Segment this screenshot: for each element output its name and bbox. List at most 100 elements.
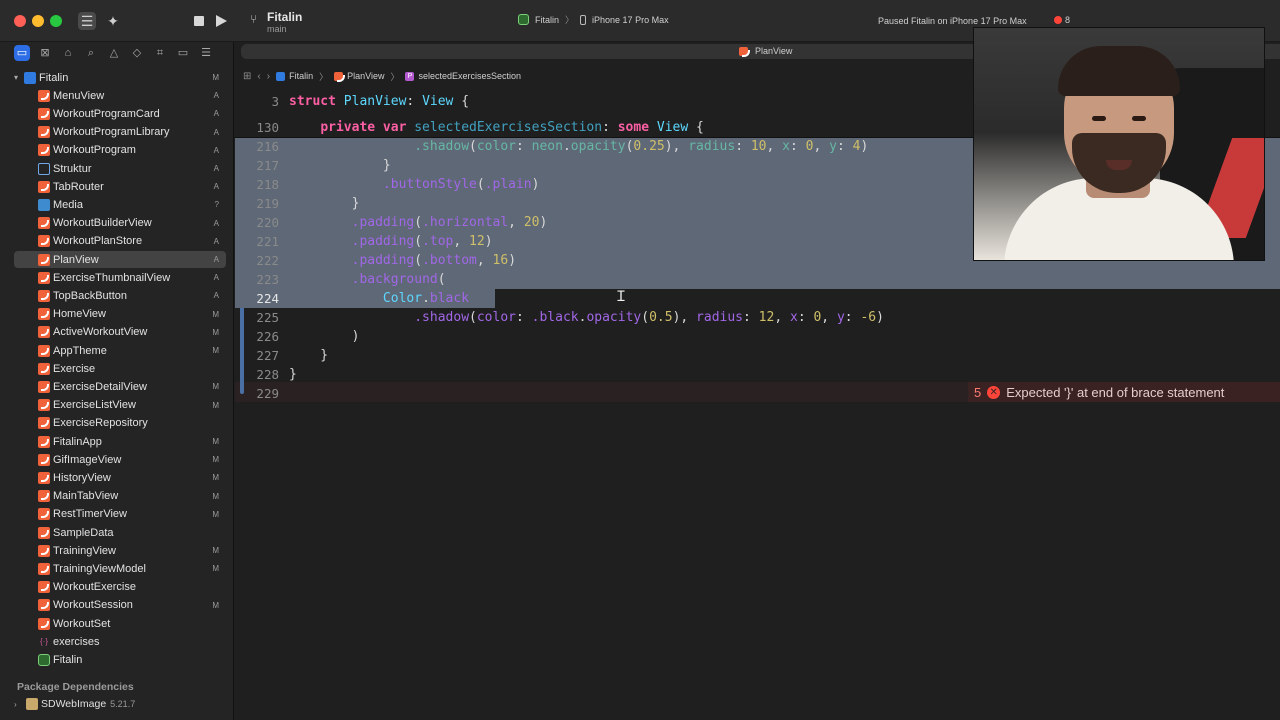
- code-token: .plain: [484, 177, 532, 192]
- nav-item-apptheme[interactable]: AppTheme M: [14, 342, 226, 359]
- nav-item-struktur[interactable]: Struktur A: [14, 160, 226, 177]
- nav-item-homeview[interactable]: HomeView M: [14, 306, 226, 323]
- swift-file-icon: [38, 344, 50, 357]
- nav-item-label: TopBackButton: [53, 289, 127, 302]
- nav-item-exercisethumbnailview[interactable]: ExerciseThumbnailView A: [14, 269, 226, 286]
- nav-item-workoutbuilderview[interactable]: WorkoutBuilderView A: [14, 215, 226, 232]
- swift-file-icon: [38, 308, 50, 321]
- code-token: -6: [860, 310, 877, 325]
- nav-item-menuview[interactable]: MenuView A: [14, 87, 226, 104]
- disclosure-chevron-icon[interactable]: ›: [14, 700, 26, 709]
- sparkle-icon[interactable]: ✦: [104, 12, 122, 30]
- code-line[interactable]: 226 ): [235, 327, 1280, 346]
- nav-item-workoutprogramlibrary[interactable]: WorkoutProgramLibrary A: [14, 124, 226, 141]
- nav-item-workoutexercise[interactable]: WorkoutExercise: [14, 579, 226, 596]
- nav-item-media[interactable]: Media?: [14, 196, 226, 213]
- bookmark-icon[interactable]: ⌂: [60, 45, 76, 61]
- nav-item-fitalin[interactable]: Fitalin: [14, 651, 226, 668]
- code-text: .padding(.top, 12): [289, 232, 493, 251]
- run-button[interactable]: [212, 12, 230, 30]
- source-control-icon[interactable]: ⊠: [37, 45, 53, 61]
- app-icon: [518, 14, 529, 25]
- breadcrumb-project[interactable]: Fitalin: [276, 71, 313, 81]
- related-items-icon[interactable]: ⊞: [243, 71, 251, 82]
- inline-error-banner[interactable]: 5 ✕ Expected '}' at end of brace stateme…: [968, 382, 1280, 402]
- code-token: (: [476, 177, 485, 192]
- breakpoint-icon[interactable]: ▭: [175, 45, 191, 61]
- nav-item-workoutsession[interactable]: WorkoutSession M: [14, 597, 226, 614]
- nav-item-topbackbutton[interactable]: TopBackButton A: [14, 287, 226, 304]
- search-icon[interactable]: ⌕: [83, 45, 99, 61]
- nav-item-exercises[interactable]: {·} exercises: [14, 633, 226, 650]
- nav-item-exercisedetailview[interactable]: ExerciseDetailView M: [14, 378, 226, 395]
- breadcrumb-file[interactable]: PlanView: [334, 71, 384, 82]
- close-window-button[interactable]: [14, 15, 26, 27]
- nav-item-exercise[interactable]: Exercise: [14, 360, 226, 377]
- nav-item-exerciselistview[interactable]: ExerciseListView M: [14, 397, 226, 414]
- debug-icon[interactable]: ⌗: [152, 45, 168, 61]
- code-token: :: [844, 310, 861, 325]
- swift-file-icon: [38, 508, 50, 521]
- code-token: .black: [531, 310, 579, 325]
- nav-item-fitalinapp[interactable]: FitalinApp M: [14, 433, 226, 450]
- code-token: :: [516, 310, 532, 325]
- breadcrumb-symbol[interactable]: P selectedExercisesSection: [405, 71, 521, 81]
- error-count-badge[interactable]: 8: [1054, 15, 1070, 25]
- code-line[interactable]: 227 }: [235, 346, 1280, 365]
- code-text: }: [289, 346, 328, 365]
- nav-item-resttimerview[interactable]: RestTimerView M: [14, 506, 226, 523]
- git-status-badge: A: [213, 291, 219, 301]
- line-number: 3: [271, 94, 279, 109]
- nav-item-historyview[interactable]: HistoryView M: [14, 469, 226, 486]
- scheme-selector[interactable]: Fitalin 〉 iPhone 17 Pro Max: [518, 13, 669, 26]
- code-line[interactable]: 225 .shadow(color: .black.opacity(0.5), …: [235, 308, 1280, 327]
- folder-icon[interactable]: ▭: [14, 45, 30, 61]
- report-icon[interactable]: ☰: [198, 45, 214, 61]
- swift-file-icon: [38, 399, 50, 412]
- code-token: radius: [696, 310, 744, 325]
- nav-item-trainingviewmodel[interactable]: TrainingViewModel M: [14, 560, 226, 577]
- code-line[interactable]: 223 .background(: [235, 270, 1280, 289]
- nav-item-label: Exercise: [53, 362, 96, 375]
- project-name[interactable]: Fitalin: [267, 10, 302, 24]
- nav-item-workoutprogramcard[interactable]: WorkoutProgramCard A: [14, 105, 226, 122]
- nav-item-workoutset[interactable]: WorkoutSet: [14, 615, 226, 632]
- forward-arrow-icon[interactable]: ›: [267, 71, 270, 82]
- nav-item-label: WorkoutSession: [53, 599, 133, 612]
- code-token: x: [782, 139, 790, 154]
- nav-item-workoutplanstore[interactable]: WorkoutPlanStore A: [14, 233, 226, 250]
- stop-button[interactable]: [190, 12, 208, 30]
- code-token: ,: [821, 310, 837, 325]
- back-arrow-icon[interactable]: ‹: [257, 71, 260, 82]
- code-token: .padding: [351, 215, 415, 230]
- git-status-badge: A: [213, 109, 219, 119]
- nav-item-sampledata[interactable]: SampleData: [14, 524, 226, 541]
- nav-item-exerciserepository[interactable]: ExerciseRepository: [14, 415, 226, 432]
- code-token: ,: [813, 139, 830, 154]
- nav-item-tabrouter[interactable]: TabRouter A: [14, 178, 226, 195]
- nav-item-workoutprogram[interactable]: WorkoutProgram A: [14, 142, 226, 159]
- minimize-window-button[interactable]: [32, 15, 44, 27]
- line-number: 218: [256, 177, 279, 192]
- code-token: .buttonStyle: [382, 177, 477, 192]
- nav-item-planview[interactable]: PlanView A: [14, 251, 226, 268]
- nav-item-activeworkoutview[interactable]: ActiveWorkoutView M: [14, 324, 226, 341]
- swift-file-icon: [38, 562, 50, 575]
- nav-item-trainingview[interactable]: TrainingView M: [14, 542, 226, 559]
- package-item[interactable]: › SDWebImage 5.21.7: [14, 696, 135, 712]
- navigator-toggle-icon[interactable]: ☰: [78, 12, 96, 30]
- disclosure-chevron-icon[interactable]: ▾: [14, 73, 24, 82]
- nav-item-maintabview[interactable]: MainTabView M: [14, 488, 226, 505]
- code-line[interactable]: 224 Color.black: [235, 289, 1280, 308]
- tab-planview[interactable]: PlanView: [739, 46, 792, 57]
- branch-icon: ⑂: [250, 12, 258, 26]
- zoom-window-button[interactable]: [50, 15, 62, 27]
- git-status-badge: M: [212, 400, 219, 410]
- code-token: PlanView: [343, 94, 407, 109]
- warning-icon[interactable]: △: [106, 45, 122, 61]
- nav-root-fitalin[interactable]: ▾ Fitalin M: [14, 69, 226, 86]
- nav-item-gifimageview[interactable]: GifImageView M: [14, 451, 226, 468]
- test-icon[interactable]: ◇: [129, 45, 145, 61]
- iphone-icon: [580, 14, 587, 25]
- package-version: 5.21.7: [110, 699, 136, 709]
